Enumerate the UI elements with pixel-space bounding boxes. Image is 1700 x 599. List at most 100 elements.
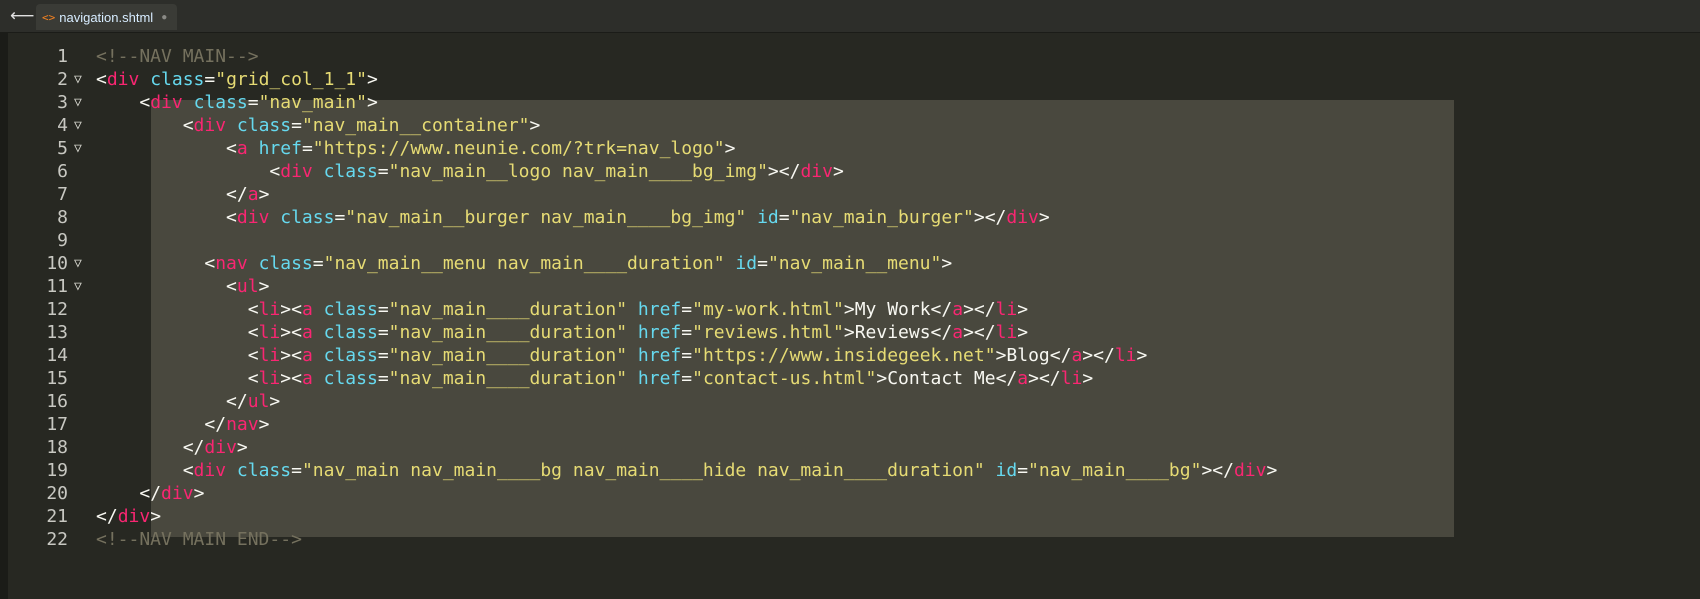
editor-window: ⟵ <> navigation.shtml ● 1 <!--NAV MAIN-->… [0, 0, 1700, 599]
code-line[interactable]: 5 ▽ <a href="https://www.neunie.com/?trk=… [8, 137, 1700, 160]
code-text: <li><a class="nav_main____duration" href… [96, 321, 1028, 344]
token-attr: class [323, 322, 378, 343]
token-tag: li [258, 345, 281, 366]
code-line[interactable]: 3 ▽ <div class="nav_main"> [8, 91, 1700, 114]
fold-toggle-icon[interactable]: ▽ [74, 114, 88, 137]
code-line[interactable]: 7 </a> [8, 183, 1700, 206]
token-pun: < [247, 345, 259, 366]
token-pun: = [377, 322, 389, 343]
token-pun: </ [930, 322, 953, 343]
token-attr: href [258, 138, 302, 159]
line-number: 13 [46, 322, 68, 343]
code-line[interactable]: 21 </div> [8, 505, 1700, 528]
fold-toggle-icon[interactable]: ▽ [74, 275, 88, 298]
code-file-icon: <> [42, 10, 56, 24]
token-pun: = [377, 299, 389, 320]
token-pun: = [291, 460, 302, 481]
token-str: "nav_main__container" [301, 115, 530, 136]
token-pun: > [1266, 460, 1278, 481]
code-editor[interactable]: 1 <!--NAV MAIN--> 2 ▽ <div class="grid_col_1… [8, 33, 1700, 599]
token-attr: class [150, 69, 205, 90]
token-pun: = [377, 161, 389, 182]
token-attr: class [280, 207, 335, 228]
code-line[interactable]: 19 <div class="nav_main nav_main____bg n… [8, 459, 1700, 482]
code-text: <div class="nav_main"> [96, 91, 377, 114]
token-str: "nav_main____duration" [388, 322, 628, 343]
token-attr: href [637, 368, 682, 389]
token-pun: < [226, 138, 237, 159]
code-line[interactable]: 10 ▽ <nav class="nav_main__menu nav_main_… [8, 252, 1700, 275]
token-tag: div [161, 483, 194, 504]
code-line[interactable]: 2 ▽ <div class="grid_col_1_1"> [8, 68, 1700, 91]
token-pun: < [247, 322, 259, 343]
line-number: 17 [46, 414, 68, 435]
code-line[interactable]: 16 </ul> [8, 390, 1700, 413]
line-number: 5 [57, 138, 68, 159]
code-line[interactable]: 11 ▽ <ul> [8, 275, 1700, 298]
token-pun: = [377, 368, 389, 389]
code-line[interactable]: 18 </div> [8, 436, 1700, 459]
line-number: 16 [46, 391, 68, 412]
token-tag: div [193, 115, 227, 136]
code-text: </ul> [96, 390, 280, 413]
line-number: 4 [57, 115, 68, 136]
line-number: 2 [57, 69, 68, 90]
token-pun: > [150, 506, 162, 527]
token-pun: </ [182, 437, 205, 458]
code-line[interactable]: 15 <li><a class="nav_main____duration" h… [8, 367, 1700, 390]
code-text: <div class="nav_main__burger nav_main___… [96, 206, 1050, 229]
tab-navigation-shtml[interactable]: <> navigation.shtml ● [36, 4, 178, 30]
code-line[interactable]: 22 <!--NAV MAIN END--> [8, 528, 1700, 551]
fold-toggle-icon[interactable]: ▽ [74, 252, 88, 275]
token-pun: ></ [973, 207, 1007, 228]
token-pun: </ [139, 483, 162, 504]
line-number: 1 [57, 46, 68, 67]
code-line[interactable]: 14 <li><a class="nav_main____duration" h… [8, 344, 1700, 367]
code-text: <li><a class="nav_main____duration" href… [96, 344, 1148, 367]
code-line[interactable]: 20 </div> [8, 482, 1700, 505]
code-line[interactable]: 17 </nav> [8, 413, 1700, 436]
token-tag: ul [236, 276, 259, 297]
code-line[interactable]: 1 <!--NAV MAIN--> [8, 45, 1700, 68]
token-pun: > [258, 414, 270, 435]
fold-toggle-icon[interactable]: ▽ [74, 91, 88, 114]
code-line[interactable]: 13 <li><a class="nav_main____duration" h… [8, 321, 1700, 344]
token-tag: div [204, 437, 237, 458]
token-pun: > [1038, 207, 1050, 228]
back-arrow-icon[interactable]: ⟵ [10, 5, 34, 27]
code-line[interactable]: 4 ▽ <div class="nav_main__container"> [8, 114, 1700, 137]
unsaved-dot-icon[interactable]: ● [161, 12, 167, 23]
code-line[interactable]: 12 <li><a class="nav_main____duration" h… [8, 298, 1700, 321]
token-str: "nav_main_burger" [789, 207, 974, 228]
token-tag: div [117, 506, 151, 527]
line-number: 21 [46, 506, 68, 527]
fold-toggle-icon[interactable]: ▽ [74, 137, 88, 160]
token-text: Blog [1006, 345, 1050, 366]
token-pun: < [204, 253, 216, 274]
token-pun: < [247, 299, 259, 320]
token-str: "nav_main____duration" [388, 368, 628, 389]
token-attr: class [258, 253, 313, 274]
fold-toggle-icon[interactable]: ▽ [74, 68, 88, 91]
line-number: 7 [57, 184, 68, 205]
token-str: "nav_main__burger nav_main____bg_img" [345, 207, 747, 228]
code-line[interactable]: 9 [8, 229, 1700, 252]
token-pun: = [757, 253, 768, 274]
code-line[interactable]: 6 <div class="nav_main__logo nav_main___… [8, 160, 1700, 183]
code-line[interactable]: 8 <div class="nav_main__burger nav_main_… [8, 206, 1700, 229]
token-str: "nav_main__menu nav_main____duration" [323, 253, 725, 274]
